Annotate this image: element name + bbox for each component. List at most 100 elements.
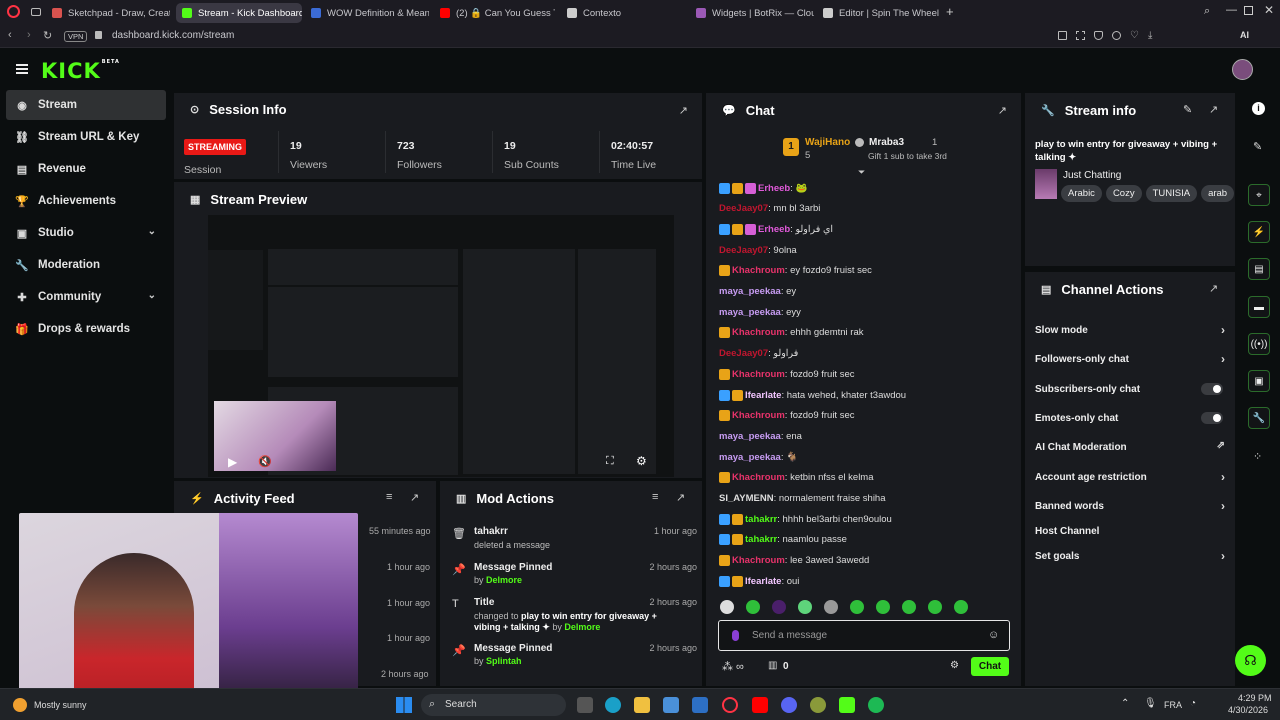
- sidebar-item-drops[interactable]: 🎁 Drops & rewards: [6, 314, 166, 344]
- browser-tab-active[interactable]: Stream - Kick Dashboard: [176, 3, 302, 23]
- settings-icon[interactable]: ⚙: [636, 454, 647, 468]
- chat-username[interactable]: Erheeb: [758, 183, 790, 194]
- popout-icon[interactable]: ↗: [679, 104, 688, 117]
- setting-slow-mode[interactable]: Slow mode ›: [1035, 323, 1225, 337]
- play-button-icon[interactable]: ▶: [228, 455, 237, 469]
- mic-tray-icon[interactable]: 🎙: [1144, 698, 1157, 709]
- opera-logo-icon[interactable]: [7, 5, 20, 18]
- vpn-badge[interactable]: VPN: [64, 31, 88, 42]
- hamburger-menu-icon[interactable]: [16, 64, 28, 74]
- sidebar-item-moderation[interactable]: 🔧 Moderation: [6, 250, 166, 280]
- clock-date[interactable]: 4/30/2026: [1228, 705, 1268, 715]
- emote-icon[interactable]: [954, 600, 968, 614]
- setting-banned-words[interactable]: Banned words ›: [1035, 499, 1225, 513]
- emotes-only-toggle[interactable]: [1201, 412, 1223, 424]
- chat-username[interactable]: Khachroum: [732, 410, 785, 421]
- popout-icon[interactable]: ↗: [1209, 282, 1218, 295]
- sidebar-item-achievements[interactable]: 🏆 Achievements: [6, 186, 166, 216]
- infinity-icon[interactable]: ⁂ ∞: [722, 660, 744, 673]
- emote-icon[interactable]: [720, 600, 734, 614]
- clock-time[interactable]: 4:29 PM: [1238, 693, 1272, 703]
- app-icon[interactable]: [692, 697, 708, 713]
- chat-username[interactable]: Khachroum: [732, 265, 785, 276]
- forward-icon[interactable]: ›: [27, 29, 31, 41]
- chat-username[interactable]: Khachroum: [732, 327, 785, 338]
- tag-pill[interactable]: Arabic: [1061, 185, 1102, 202]
- edge-icon[interactable]: [605, 697, 621, 713]
- play-icon[interactable]: [1112, 31, 1121, 40]
- wifi-icon[interactable]: ◔: [1190, 698, 1196, 709]
- setting-followers-only[interactable]: Followers-only chat ›: [1035, 352, 1225, 366]
- edit-layout-icon[interactable]: ✎: [1253, 140, 1262, 153]
- emote-icon[interactable]: [772, 600, 786, 614]
- browser-tab[interactable]: Editor | Spin The Wheel - I: [823, 3, 939, 23]
- emoji-icon[interactable]: ☺: [988, 629, 999, 641]
- edit-icon[interactable]: ✎: [1183, 103, 1192, 116]
- workspaces-icon[interactable]: [31, 8, 41, 16]
- taskview-icon[interactable]: [577, 697, 593, 713]
- emote-icon[interactable]: [928, 600, 942, 614]
- chat-username[interactable]: tahakrr: [745, 534, 777, 545]
- support-button[interactable]: ☊: [1235, 645, 1266, 676]
- setting-account-age[interactable]: Account age restriction ›: [1035, 470, 1225, 484]
- toolbar-button[interactable]: ▣: [1248, 370, 1270, 392]
- filter-icon[interactable]: ≡: [652, 491, 658, 503]
- maximize-button[interactable]: [1244, 6, 1253, 15]
- opera-icon[interactable]: [722, 697, 738, 713]
- category-name[interactable]: Just Chatting: [1063, 170, 1121, 181]
- chat-username[interactable]: DeeJaay07: [719, 245, 768, 256]
- pin-icon[interactable]: [1058, 31, 1067, 40]
- chat-username[interactable]: maya_peekaa: [719, 286, 781, 297]
- toolbar-button[interactable]: ((•)): [1248, 333, 1270, 355]
- toolbar-button[interactable]: ▬: [1248, 296, 1270, 318]
- more-widgets-icon[interactable]: ⁘: [1253, 450, 1262, 463]
- chat-username[interactable]: tahakrr: [745, 514, 777, 525]
- browser-tab[interactable]: Widgets | BotRix — Cloud: [696, 3, 814, 23]
- toolbar-button[interactable]: ⌖: [1248, 184, 1270, 206]
- taskbar-search[interactable]: ⌕ Search: [421, 694, 566, 716]
- collapse-icon[interactable]: ⏷: [858, 167, 865, 178]
- app-icon[interactable]: [810, 697, 826, 713]
- chat-settings-icon[interactable]: ⚙: [950, 660, 959, 671]
- sidebar-item-stream-url[interactable]: ⛓ Stream URL & Key: [6, 122, 166, 152]
- emote-icon[interactable]: [824, 600, 838, 614]
- chat-username[interactable]: Erheeb: [758, 224, 790, 235]
- shield-icon[interactable]: [1094, 31, 1103, 40]
- fullscreen-icon[interactable]: ⛶: [606, 455, 614, 468]
- browser-tab[interactable]: Sketchpad - Draw, Create: [52, 3, 170, 23]
- chat-username[interactable]: DeeJaay07: [719, 348, 768, 359]
- reload-icon[interactable]: ↻: [43, 29, 52, 42]
- chat-username[interactable]: Khachroum: [732, 472, 785, 483]
- popout-icon[interactable]: ↗: [410, 491, 419, 504]
- chat-username[interactable]: SI_AYMENN: [719, 493, 774, 504]
- tag-pill[interactable]: TUNISIA: [1145, 185, 1198, 202]
- toolbar-button[interactable]: ⚡: [1248, 221, 1270, 243]
- sidebar-item-studio[interactable]: ▣ Studio ⌄: [6, 218, 166, 248]
- sidebar-item-stream[interactable]: ◉ Stream: [6, 90, 166, 120]
- weather-text[interactable]: Mostly sunny: [34, 700, 87, 710]
- minimize-button[interactable]: —: [1226, 4, 1237, 16]
- leader-name[interactable]: Mraba3: [869, 137, 904, 148]
- emote-icon[interactable]: [876, 600, 890, 614]
- chat-username[interactable]: maya_peekaa: [719, 431, 781, 442]
- url-field[interactable]: dashboard.kick.com/stream: [112, 30, 234, 41]
- store-icon[interactable]: [663, 697, 679, 713]
- sidebar-item-community[interactable]: ✚ Community ⌄: [6, 282, 166, 312]
- screenshot-icon[interactable]: [1076, 31, 1085, 40]
- browser-tab[interactable]: (2) 🔒 Can You Guess Th: [440, 3, 555, 23]
- leader-name[interactable]: WajiHano: [805, 137, 850, 148]
- emote-icon[interactable]: [850, 600, 864, 614]
- subscribers-only-toggle[interactable]: [1201, 383, 1223, 395]
- close-window-button[interactable]: ✕: [1264, 3, 1274, 17]
- filter-icon[interactable]: ≡: [386, 491, 392, 503]
- discord-icon[interactable]: [781, 697, 797, 713]
- chat-username[interactable]: lfearlate: [745, 576, 781, 587]
- download-icon[interactable]: ⤓: [1148, 31, 1152, 41]
- explorer-icon[interactable]: [634, 697, 650, 713]
- mute-icon[interactable]: 🔇: [258, 455, 272, 468]
- chat-username[interactable]: maya_peekaa: [719, 452, 781, 463]
- heart-icon[interactable]: ♡: [1130, 31, 1139, 41]
- browser-tab[interactable]: WOW Definition & Meanin: [311, 3, 429, 23]
- mic-icon[interactable]: [732, 630, 739, 641]
- sidebar-item-revenue[interactable]: ▤ Revenue: [6, 154, 166, 184]
